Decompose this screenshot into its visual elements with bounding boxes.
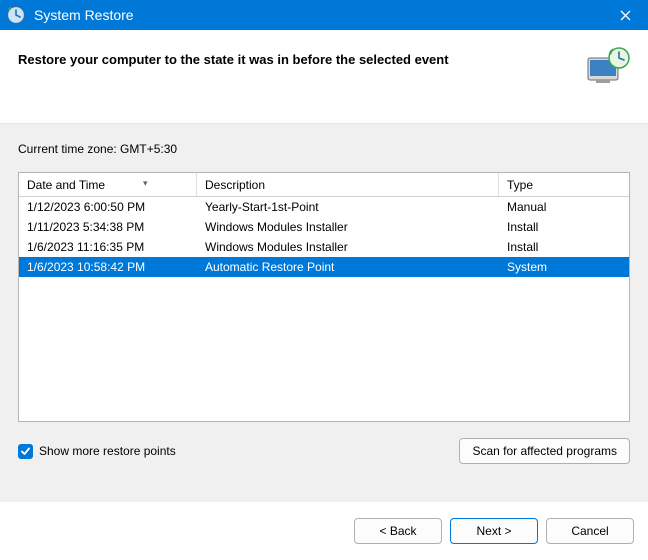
cell-description: Automatic Restore Point [197,260,499,274]
table-row [19,337,629,357]
cell-datetime: 1/6/2023 11:16:35 PM [19,240,197,254]
wizard-heading: Restore your computer to the state it wa… [18,48,449,67]
table-row[interactable]: 1/12/2023 6:00:50 PMYearly-Start-1st-Poi… [19,197,629,217]
timezone-label: Current time zone: GMT+5:30 [18,142,630,156]
column-header-datetime[interactable]: Date and Time ▾ [19,173,197,196]
column-header-label: Type [507,178,533,192]
cell-datetime: 1/6/2023 10:58:42 PM [19,260,197,274]
table-row[interactable]: 1/11/2023 5:34:38 PMWindows Modules Inst… [19,217,629,237]
table-row [19,317,629,337]
column-header-label: Description [205,178,265,192]
wizard-button-bar: < Back Next > Cancel [0,502,648,560]
cell-type: System [499,260,629,274]
back-button[interactable]: < Back [354,518,442,544]
column-header-label: Date and Time [27,178,105,192]
cell-description: Windows Modules Installer [197,220,499,234]
cell-type: Manual [499,200,629,214]
titlebar: System Restore [0,0,648,30]
cell-description: Yearly-Start-1st-Point [197,200,499,214]
system-restore-illustration-icon [586,44,630,88]
table-row [19,397,629,417]
table-body: 1/12/2023 6:00:50 PMYearly-Start-1st-Poi… [19,197,629,422]
table-row [19,377,629,397]
table-row [19,357,629,377]
close-icon [620,10,631,21]
column-header-type[interactable]: Type [499,173,629,196]
restore-points-table[interactable]: Date and Time ▾ Description Type 1/12/20… [18,172,630,422]
checkmark-icon [20,446,31,457]
wizard-content: Current time zone: GMT+5:30 Date and Tim… [0,124,648,502]
window-title: System Restore [34,7,134,23]
show-more-checkbox[interactable]: Show more restore points [18,444,176,459]
table-row [19,277,629,297]
cell-description: Windows Modules Installer [197,240,499,254]
checkbox-icon [18,444,33,459]
next-button[interactable]: Next > [450,518,538,544]
table-header-row: Date and Time ▾ Description Type [19,173,629,197]
cancel-button[interactable]: Cancel [546,518,634,544]
content-footer: Show more restore points Scan for affect… [18,438,630,464]
system-restore-icon [4,3,28,27]
column-header-description[interactable]: Description [197,173,499,196]
cell-datetime: 1/11/2023 5:34:38 PM [19,220,197,234]
table-row[interactable]: 1/6/2023 11:16:35 PMWindows Modules Inst… [19,237,629,257]
table-row[interactable]: 1/6/2023 10:58:42 PMAutomatic Restore Po… [19,257,629,277]
cell-type: Install [499,220,629,234]
sort-descending-icon: ▾ [143,178,148,189]
cell-type: Install [499,240,629,254]
scan-affected-programs-button[interactable]: Scan for affected programs [459,438,630,464]
show-more-label: Show more restore points [39,444,176,458]
table-row [19,297,629,317]
cell-datetime: 1/12/2023 6:00:50 PM [19,200,197,214]
close-button[interactable] [602,0,648,30]
wizard-header: Restore your computer to the state it wa… [0,30,648,124]
